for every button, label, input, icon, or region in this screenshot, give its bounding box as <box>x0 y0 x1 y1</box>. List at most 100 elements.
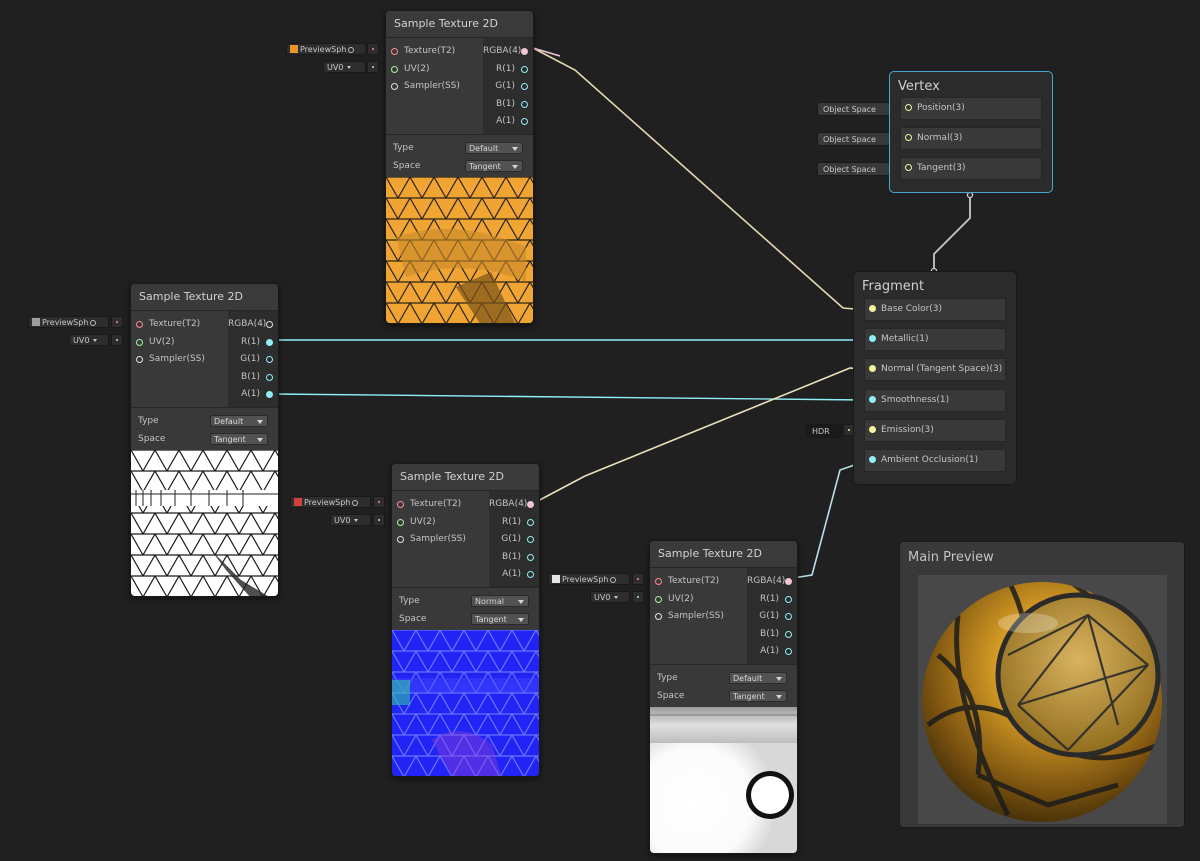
input-port-sampler[interactable]: Sampler(SS) <box>131 351 228 369</box>
sample-texture-node-normal[interactable]: Sample Texture 2D Texture(T2) UV(2) Samp… <box>391 463 540 777</box>
port-dot-icon[interactable] <box>265 356 273 363</box>
port-dot-icon[interactable] <box>520 118 528 125</box>
port-dot-icon[interactable] <box>784 578 792 585</box>
fragment-context[interactable]: Fragment Base Color(3) Metallic(1) Norma… <box>853 271 1017 485</box>
port-dot-icon[interactable] <box>391 48 398 55</box>
port-dot-icon[interactable] <box>397 501 404 508</box>
block-metallic[interactable]: Metallic(1) <box>864 328 1006 351</box>
output-port-rgba[interactable]: RGBA(4) <box>489 496 539 514</box>
port-dot-icon[interactable] <box>869 335 876 342</box>
input-port-uv[interactable]: UV(2) <box>386 61 483 79</box>
port-dot-icon[interactable] <box>526 571 534 578</box>
block-emission[interactable]: Emission(3) <box>864 419 1006 442</box>
port-dot-icon[interactable] <box>520 48 528 55</box>
texture-field-mask[interactable]: PreviewSph <box>28 316 109 328</box>
port-dot-icon[interactable] <box>526 553 534 561</box>
input-port-sampler[interactable]: Sampler(SS) <box>386 78 483 96</box>
port-dot-icon[interactable] <box>265 391 273 398</box>
port-dot-icon[interactable] <box>265 338 273 346</box>
port-dot-icon[interactable] <box>869 426 876 433</box>
port-dot-icon[interactable] <box>397 518 404 526</box>
port-dot-icon[interactable] <box>869 365 876 372</box>
sample-texture-node-occlusion[interactable]: Sample Texture 2D Texture(T2) UV(2) Samp… <box>649 540 798 854</box>
type-dropdown[interactable]: Default <box>210 415 268 427</box>
block-position[interactable]: Position(3) <box>900 97 1042 120</box>
port-dot-icon[interactable] <box>784 630 792 638</box>
block-smoothness[interactable]: Smoothness(1) <box>864 389 1006 412</box>
space-tag-tangent[interactable]: Object Space <box>817 162 897 176</box>
texture-field-albedo[interactable]: PreviewSph <box>286 43 366 55</box>
object-picker-icon[interactable] <box>90 320 97 326</box>
hdr-color-field[interactable]: HDR <box>806 424 842 438</box>
input-port-sampler[interactable]: Sampler(SS) <box>650 608 747 626</box>
texture-field-occlusion[interactable]: PreviewSph <box>548 573 630 585</box>
space-tag-normal[interactable]: Object Space <box>817 132 897 146</box>
sample-texture-node-mask[interactable]: Sample Texture 2D Texture(T2) UV(2) Samp… <box>130 283 279 597</box>
port-dot-icon[interactable] <box>905 104 912 111</box>
port-dot-icon[interactable] <box>869 456 876 463</box>
port-dot-icon[interactable] <box>136 338 143 346</box>
port-dot-icon[interactable] <box>784 613 792 620</box>
space-dropdown[interactable]: Tangent <box>471 613 529 625</box>
port-dot-icon[interactable] <box>784 595 792 603</box>
object-picker-icon[interactable] <box>610 577 617 583</box>
port-dot-icon[interactable] <box>526 536 534 543</box>
input-port-texture[interactable]: Texture(T2) <box>131 316 228 334</box>
block-ambient-occlusion[interactable]: Ambient Occlusion(1) <box>864 449 1006 472</box>
port-dot-icon[interactable] <box>869 396 876 403</box>
port-dot-icon[interactable] <box>397 536 404 543</box>
port-dot-icon[interactable] <box>784 648 792 655</box>
block-normal[interactable]: Normal(3) <box>900 127 1042 150</box>
port-dot-icon[interactable] <box>905 134 912 141</box>
port-dot-icon[interactable] <box>265 321 273 328</box>
node-title[interactable]: Sample Texture 2D <box>386 11 533 38</box>
port-dot-icon[interactable] <box>265 373 273 381</box>
port-dot-icon[interactable] <box>136 356 143 363</box>
output-port-b[interactable]: B(1) <box>747 626 797 644</box>
input-port-uv[interactable]: UV(2) <box>392 514 489 532</box>
main-preview-window[interactable]: Main Preview <box>899 541 1185 828</box>
node-title[interactable]: Sample Texture 2D <box>392 464 539 491</box>
type-dropdown[interactable]: Normal <box>471 595 529 607</box>
type-dropdown[interactable]: Default <box>465 142 523 154</box>
port-dot-icon[interactable] <box>520 83 528 90</box>
input-port-texture[interactable]: Texture(T2) <box>650 573 747 591</box>
space-tag-position[interactable]: Object Space <box>817 102 897 116</box>
port-dot-icon[interactable] <box>655 595 662 603</box>
port-dot-icon[interactable] <box>526 501 534 508</box>
input-port-uv[interactable]: UV(2) <box>131 334 228 352</box>
output-port-b[interactable]: B(1) <box>489 549 539 567</box>
output-port-b[interactable]: B(1) <box>483 96 533 114</box>
space-dropdown[interactable]: Tangent <box>729 690 787 702</box>
uv-field-occlusion[interactable]: UV0 <box>590 591 630 603</box>
output-port-a[interactable]: A(1) <box>489 566 539 584</box>
input-port-texture[interactable]: Texture(T2) <box>386 43 483 61</box>
output-port-g[interactable]: G(1) <box>483 78 533 96</box>
space-dropdown[interactable]: Tangent <box>210 433 268 445</box>
uv-field-mask[interactable]: UV0 <box>69 334 109 346</box>
output-port-b[interactable]: B(1) <box>228 369 278 387</box>
output-port-a[interactable]: A(1) <box>483 113 533 131</box>
texture-field-normal[interactable]: PreviewSph <box>290 496 371 508</box>
output-port-r[interactable]: R(1) <box>228 334 278 352</box>
port-dot-icon[interactable] <box>136 321 143 328</box>
output-port-r[interactable]: R(1) <box>489 514 539 532</box>
port-dot-icon[interactable] <box>520 65 528 73</box>
port-dot-icon[interactable] <box>905 164 912 171</box>
port-dot-icon[interactable] <box>655 613 662 620</box>
input-port-sampler[interactable]: Sampler(SS) <box>392 531 489 549</box>
main-preview-viewport[interactable] <box>918 575 1167 824</box>
uv-field-albedo[interactable]: UV0 <box>323 61 366 73</box>
output-port-r[interactable]: R(1) <box>747 591 797 609</box>
output-port-g[interactable]: G(1) <box>747 608 797 626</box>
block-normal-tangent[interactable]: Normal (Tangent Space)(3) <box>864 358 1006 381</box>
uv-field-normal[interactable]: UV0 <box>330 514 371 526</box>
output-port-rgba[interactable]: RGBA(4) <box>747 573 797 591</box>
vertex-context[interactable]: Vertex Position(3) Normal(3) Tangent(3) <box>889 71 1053 193</box>
object-picker-icon[interactable] <box>348 47 355 53</box>
port-dot-icon[interactable] <box>869 305 876 312</box>
type-dropdown[interactable]: Default <box>729 672 787 684</box>
output-port-r[interactable]: R(1) <box>483 61 533 79</box>
output-port-a[interactable]: A(1) <box>747 643 797 661</box>
block-tangent[interactable]: Tangent(3) <box>900 157 1042 180</box>
